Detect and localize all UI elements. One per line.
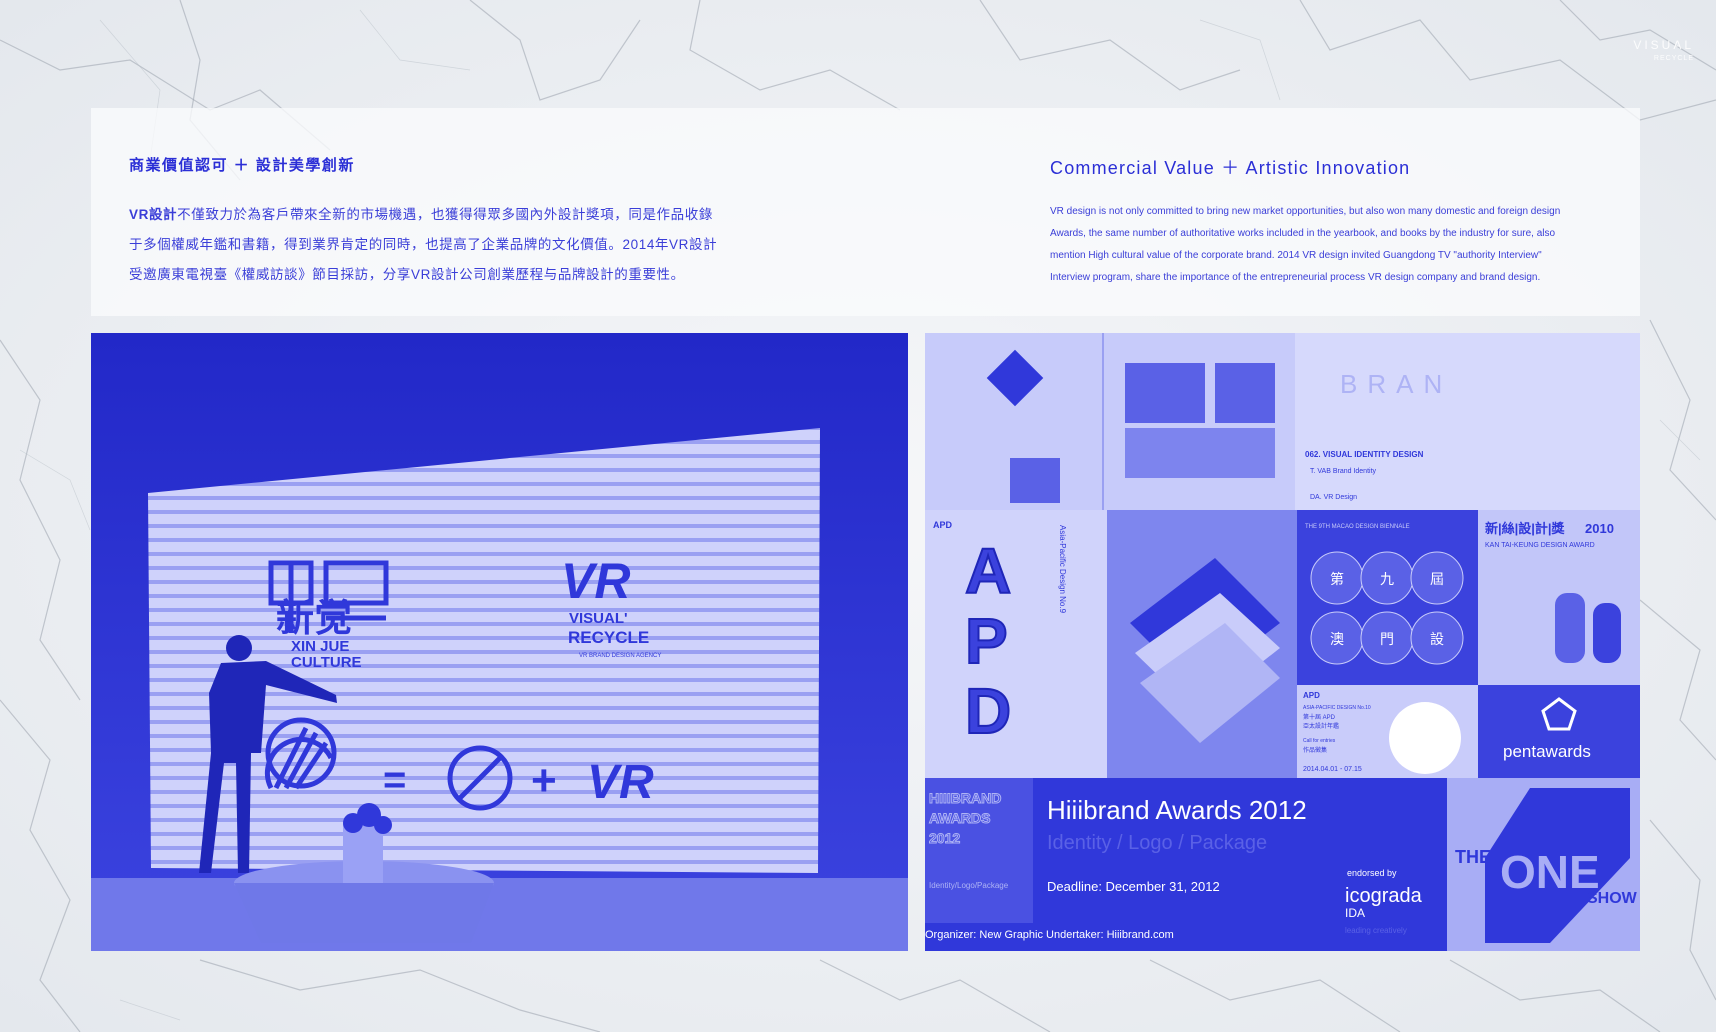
book-credit-1: T. VAB Brand Identity bbox=[1310, 468, 1377, 475]
oneshow-one: ONE bbox=[1500, 846, 1600, 898]
stage-table bbox=[234, 883, 494, 943]
apd-letter-d: D bbox=[965, 675, 1011, 747]
apd10-line2: 第十屆 APD bbox=[1303, 713, 1336, 721]
oneshow-show: SHOW bbox=[1587, 890, 1638, 907]
vr-logo-tag: VR BRAND DESIGN AGENCY bbox=[579, 653, 661, 659]
zh-body: VR設計不僅致力於為客戶帶來全新的市場機遇，也獲得得眾多國內外設計獎項，同是作品… bbox=[129, 200, 769, 290]
en-body-line-4: Interview program, share the importance … bbox=[1050, 272, 1541, 283]
xinjue-logo-en2: CULTURE bbox=[291, 654, 362, 671]
apd10-line3: 亞太設計年鑑 bbox=[1303, 722, 1339, 730]
stage-photo: 新觉 XIN JUE CULTURE VR VISUAL' RECYCLE VR… bbox=[91, 333, 908, 951]
zh-body-line-1: VR設計不僅致力於為客戶帶來全新的市場機遇，也獲得得眾多國內外設計獎項，同是作品… bbox=[129, 200, 769, 230]
en-body: VR design is not only committed to bring… bbox=[1050, 201, 1620, 289]
macau-char-6: 設 bbox=[1430, 631, 1444, 647]
kan-year: 2010 bbox=[1585, 521, 1614, 536]
collage-illustration: BRAN 062. VISUAL IDENTITY DESIGN T. VAB … bbox=[925, 333, 1640, 951]
zh-title: 商業價值認可 ＋ 設計美學創新 bbox=[129, 157, 355, 174]
hiii-footer: Organizer: New Graphic Undertaker: Hiiib… bbox=[925, 929, 1174, 941]
intro-card: 商業價值認可 ＋ 設計美學創新 VR設計不僅致力於為客戶帶來全新的市場機遇，也獲… bbox=[91, 108, 1640, 316]
corner-logo-line2: RECYCLE bbox=[1653, 55, 1694, 62]
hiii-title: Hiiibrand Awards 2012 bbox=[1047, 795, 1307, 825]
hiii-left-2: AWARDS bbox=[929, 810, 990, 826]
awards-collage: BRAN 062. VISUAL IDENTITY DESIGN T. VAB … bbox=[925, 333, 1640, 951]
macau-char-5: 門 bbox=[1380, 631, 1394, 647]
en-body-line-1: VR design is not only committed to bring… bbox=[1050, 206, 1561, 217]
hiii-leading: leading creatively bbox=[1345, 926, 1407, 935]
book-text: 062. VISUAL IDENTITY DESIGN bbox=[1305, 450, 1424, 459]
apd-letter-p: P bbox=[965, 605, 1008, 677]
book-brand bbox=[1295, 333, 1640, 510]
apd-header: APD bbox=[933, 520, 953, 530]
equation-vr: VR bbox=[587, 756, 654, 809]
pentawards-text: pentawards bbox=[1503, 742, 1591, 761]
equation-equals: = bbox=[383, 758, 406, 802]
kan-sub: KAN TAI-KEUNG DESIGN AWARD bbox=[1485, 542, 1595, 549]
zh-body-lead: VR設計 bbox=[129, 207, 178, 222]
xinjue-logo-zh: 新觉 bbox=[276, 598, 352, 640]
stage-illustration: 新觉 XIN JUE CULTURE VR VISUAL' RECYCLE VR… bbox=[91, 333, 908, 951]
hiii-icograda: icograda bbox=[1345, 885, 1423, 907]
corner-logo-line1: VISUAL bbox=[1633, 38, 1694, 52]
apd-poster bbox=[925, 510, 1107, 778]
corner-logo: VISUAL RECYCLE bbox=[1633, 38, 1694, 66]
equation-plus: + bbox=[531, 756, 557, 805]
hiii-sub: Identity / Logo / Package bbox=[1047, 832, 1267, 854]
xinjue-logo-en1: XIN JUE bbox=[291, 638, 349, 655]
macau-header: THE 9TH MACAO DESIGN BIENNALE bbox=[1305, 524, 1410, 530]
hiii-ida: IDA bbox=[1345, 906, 1365, 920]
apd-side: Asia-Pacific Design No.9 bbox=[1058, 525, 1067, 614]
book-credit-2: DA. VR Design bbox=[1310, 494, 1357, 501]
vr-logo-large: VR bbox=[561, 553, 630, 609]
apd10-date: 2014.04.01 - 07.15 bbox=[1303, 766, 1362, 773]
vr-logo-en1: VISUAL' bbox=[569, 610, 628, 627]
apd10-title: APD bbox=[1303, 691, 1320, 700]
apd-letter-a: A bbox=[965, 535, 1011, 607]
hiii-left-4: Identity/Logo/Package bbox=[929, 881, 1009, 890]
hiii-left-1: HIIIBRAND bbox=[929, 790, 1001, 806]
apd10-line1: ASIA-PACIFIC DESIGN No.10 bbox=[1303, 705, 1371, 711]
apd10-line5: 作品徵集 bbox=[1303, 746, 1327, 754]
hiii-endorsed: endorsed by bbox=[1347, 868, 1397, 878]
kan-title: 新|絲|設|計|獎 bbox=[1485, 521, 1566, 536]
macau-char-1: 第 bbox=[1330, 571, 1344, 587]
hiii-left-3: 2012 bbox=[929, 830, 960, 846]
macau-char-4: 澳 bbox=[1330, 631, 1344, 647]
en-body-line-2: Awards, the same number of authoritative… bbox=[1050, 228, 1556, 239]
oneshow-the: THE bbox=[1455, 847, 1491, 867]
macau-char-3: 屆 bbox=[1430, 571, 1444, 587]
hiii-deadline: Deadline: December 31, 2012 bbox=[1047, 879, 1220, 894]
apd10-line4: Call for entries bbox=[1303, 738, 1336, 744]
en-body-line-3: mention High cultural value of the corpo… bbox=[1050, 250, 1542, 261]
zh-body-line-1-text: 不僅致力於為客戶帶來全新的市場機遇，也獲得得眾多國內外設計獎項，同是作品收錄 bbox=[177, 207, 713, 222]
zh-body-line-2: 于多個權威年鑑和書籍，得到業界肯定的同時，也提高了企業品牌的文化價值。2014年… bbox=[129, 237, 718, 252]
vr-logo-en2: RECYCLE bbox=[568, 628, 649, 647]
book-brand-text: BRAN bbox=[1340, 369, 1452, 399]
zh-body-line-3: 受邀廣東電視臺《權威訪談》節目採訪，分享VR設計公司創業歷程与品牌設計的重要性。 bbox=[129, 267, 685, 282]
macau-char-2: 九 bbox=[1380, 571, 1394, 587]
en-title: Commercial Value ＋ Artistic Innovation bbox=[1050, 158, 1411, 178]
